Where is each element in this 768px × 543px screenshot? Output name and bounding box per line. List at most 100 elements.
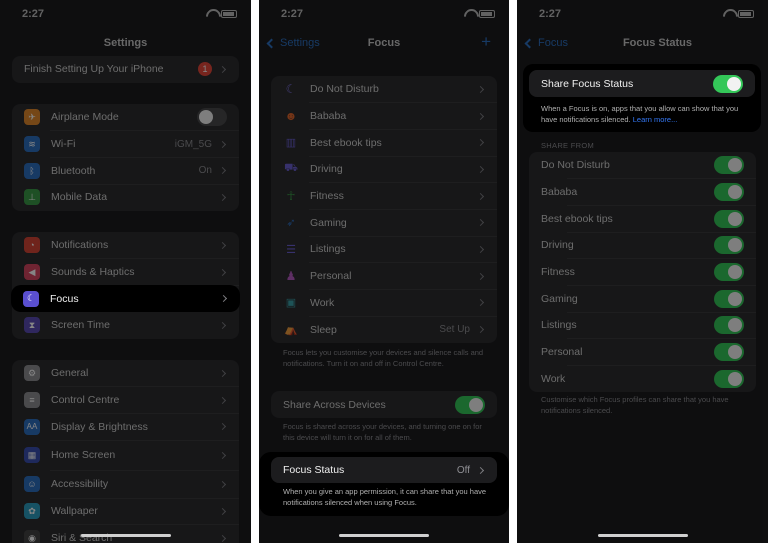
gear-icon: ⚙ — [24, 365, 40, 382]
row-label: Control Centre — [51, 394, 120, 407]
share-across-description: Focus is shared across your devices, and… — [283, 422, 482, 442]
share-across-devices-toggle[interactable] — [455, 395, 485, 414]
row-label: Bluetooth — [51, 164, 96, 177]
focus-item-bababa[interactable]: ☻ Bababa — [271, 103, 497, 130]
share-from-toggle[interactable] — [714, 236, 744, 255]
row-value: iGM_5G — [174, 138, 212, 150]
row-label: Work — [541, 372, 566, 385]
share-from-toggle[interactable] — [714, 263, 744, 282]
share-from-toggle[interactable] — [714, 289, 744, 308]
home-indicator — [80, 534, 171, 537]
share-focus-status-group: Share Focus Status — [529, 70, 755, 97]
focus-item-listings[interactable]: ☰ Listings — [271, 236, 497, 263]
share-from-item[interactable]: Fitness — [529, 259, 756, 286]
focus-item-fitness[interactable]: ☥ Fitness — [271, 183, 497, 210]
row-label: General — [51, 367, 89, 380]
add-focus-button[interactable]: + — [481, 32, 491, 52]
share-focus-status-row[interactable]: Share Focus Status — [529, 70, 755, 97]
chevron-right-icon — [218, 321, 227, 329]
settings-row-focus[interactable]: ☾ Focus — [11, 285, 240, 312]
finish-setup-row[interactable]: Finish Setting Up Your iPhone 1 — [12, 56, 239, 83]
row-label: Listings — [310, 243, 346, 256]
bell-icon: ◔ — [24, 237, 40, 254]
row-label: Accessibility — [51, 478, 109, 491]
row-label: Bababa — [541, 186, 578, 199]
share-from-item[interactable]: Gaming — [529, 285, 756, 312]
share-from-toggle[interactable] — [714, 369, 744, 388]
chevron-right-icon — [218, 451, 227, 459]
share-from-description: Customise which Focus profiles can share… — [541, 395, 729, 415]
share-focus-status-description: When a Focus is on, apps that you allow … — [541, 104, 747, 125]
focus-status-row[interactable]: Focus Status Off — [271, 457, 497, 483]
chevron-right-icon — [476, 139, 485, 147]
share-from-item[interactable]: Personal — [529, 339, 756, 366]
settings-row-accessibility[interactable]: ☺ Accessibility — [12, 470, 239, 499]
settings-screen: 2:27 Settings Finish Setting Up Your iPh… — [0, 0, 251, 543]
focus-item-personal[interactable]: ♟ Personal — [271, 263, 497, 290]
row-label: Home Screen — [51, 449, 116, 462]
wifi-icon: ≋ — [24, 136, 40, 153]
page-title: Settings — [103, 37, 148, 49]
chevron-right-icon — [218, 423, 227, 431]
share-from-toggle[interactable] — [714, 183, 744, 202]
focus-screen: 2:27 Settings Focus + ☾ Do Not Disturb ☻… — [259, 0, 509, 543]
person-icon: ♟ — [285, 269, 297, 284]
row-label: Display & Brightness — [51, 420, 148, 433]
focus-item-driving[interactable]: ⛟ Driving — [271, 156, 497, 183]
settings-row-airplane-mode[interactable]: ✈ Airplane Mode — [12, 104, 239, 131]
settings-row-sounds[interactable]: ◀ Sounds & Haptics — [12, 259, 239, 286]
row-value: Off — [456, 464, 470, 476]
chevron-right-icon — [219, 294, 228, 303]
row-label: Notifications — [51, 239, 109, 252]
chevron-right-icon — [476, 85, 485, 93]
focus-item-gaming[interactable]: ➶ Gaming — [271, 209, 497, 236]
row-label: Do Not Disturb — [310, 83, 379, 96]
row-label: Personal — [310, 270, 352, 283]
row-value: On — [198, 165, 212, 177]
share-from-toggle[interactable] — [714, 316, 744, 335]
row-label: Do Not Disturb — [541, 159, 610, 172]
settings-row-display[interactable]: AA Display & Brightness — [12, 413, 239, 440]
row-label: Wi-Fi — [51, 138, 76, 151]
share-from-item[interactable]: Driving — [529, 232, 756, 259]
share-across-devices-row[interactable]: Share Across Devices — [271, 391, 497, 418]
share-from-item[interactable]: Listings — [529, 312, 756, 339]
settings-row-control-centre[interactable]: ≡ Control Centre — [12, 387, 239, 414]
share-from-toggle[interactable] — [714, 209, 744, 228]
share-from-item[interactable]: Work — [529, 366, 756, 393]
settings-row-general[interactable]: ⚙ General — [12, 360, 239, 387]
books-icon: ▥ — [285, 137, 297, 150]
focus-item-best-ebook-tips[interactable]: ▥ Best ebook tips — [271, 129, 497, 156]
share-from-toggle[interactable] — [714, 156, 744, 175]
settings-row-bluetooth[interactable]: ᛒ Bluetooth On — [12, 157, 239, 184]
finish-setup-label: Finish Setting Up Your iPhone — [24, 63, 164, 76]
row-label: Fitness — [310, 190, 344, 203]
focus-item-sleep[interactable]: ⛺ Sleep Set Up — [271, 316, 497, 343]
airplane-mode-toggle[interactable] — [197, 108, 227, 127]
focus-item-do-not-disturb[interactable]: ☾ Do Not Disturb — [271, 76, 497, 103]
share-focus-status-toggle[interactable] — [713, 74, 743, 93]
row-label: Sounds & Haptics — [51, 266, 135, 279]
row-label: Mobile Data — [51, 191, 108, 204]
share-from-item[interactable]: Do Not Disturb — [529, 152, 756, 179]
status-time: 2:27 — [539, 8, 562, 20]
battery-icon — [738, 9, 754, 18]
chevron-right-icon — [218, 396, 227, 404]
share-from-item[interactable]: Bababa — [529, 179, 756, 206]
learn-more-link[interactable]: Learn more... — [633, 115, 678, 124]
settings-row-wifi[interactable]: ≋ Wi-Fi iGM_5G — [12, 131, 239, 158]
notification-badge: 1 — [198, 62, 212, 77]
row-label: Driving — [310, 163, 343, 176]
row-label: Bababa — [310, 110, 347, 123]
settings-row-home-screen[interactable]: ▦ Home Screen — [12, 440, 239, 471]
settings-row-wallpaper[interactable]: ✿ Wallpaper — [12, 498, 239, 525]
settings-row-notifications[interactable]: ◔ Notifications — [12, 232, 239, 259]
focus-item-work[interactable]: ▣ Work — [271, 290, 497, 317]
settings-row-screen-time[interactable]: ⧗ Screen Time — [12, 312, 239, 339]
chevron-right-icon — [218, 507, 227, 515]
wifi-status-icon — [464, 9, 475, 18]
airplane-icon: ✈ — [24, 109, 40, 126]
settings-row-mobile-data[interactable]: ⊥ Mobile Data — [12, 184, 239, 211]
share-from-toggle[interactable] — [714, 343, 744, 362]
share-from-item[interactable]: Best ebook tips — [529, 205, 756, 232]
